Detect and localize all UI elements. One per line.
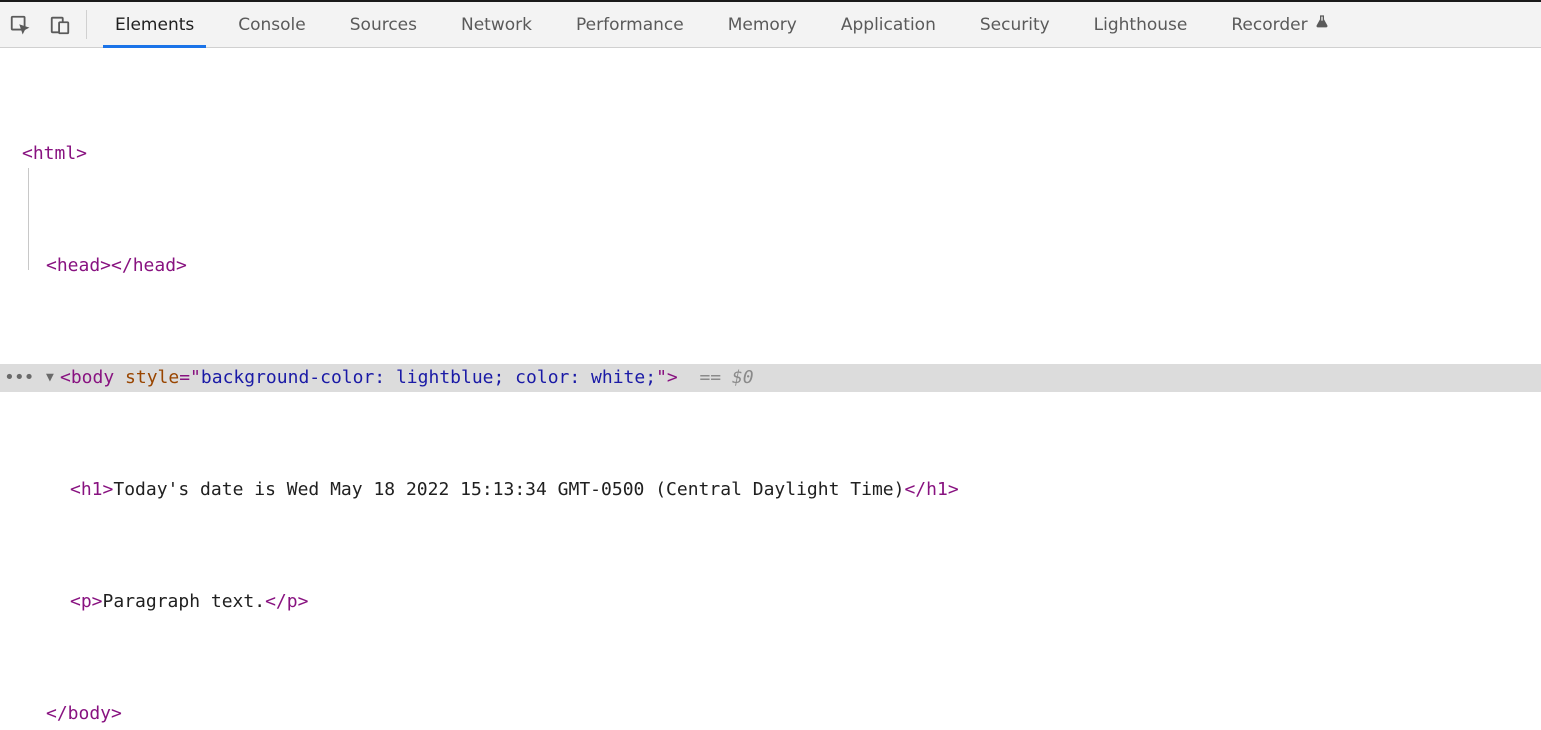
tab-label: Application (841, 15, 936, 35)
tab-label: Memory (728, 15, 797, 35)
devtools-tabs: Elements Console Sources Network Perform… (93, 2, 1541, 47)
tab-label: Network (461, 15, 532, 35)
tab-network[interactable]: Network (439, 2, 554, 47)
flask-icon (1314, 14, 1330, 35)
tab-console[interactable]: Console (216, 2, 328, 47)
disclosure-triangle-icon[interactable]: ▼ (46, 364, 58, 392)
tab-label: Security (980, 15, 1050, 35)
dom-node-html-open[interactable]: <html> (0, 140, 1541, 168)
attr-name-token: style (125, 364, 179, 392)
tag-token: </h1> (904, 476, 958, 504)
gutter-dots-icon[interactable]: ••• (4, 364, 34, 392)
tab-performance[interactable]: Performance (554, 2, 706, 47)
tag-token: </head> (111, 252, 187, 280)
tab-label: Sources (350, 15, 417, 35)
device-toolbar-icon[interactable] (40, 2, 80, 47)
tag-token: </p> (265, 588, 308, 616)
tag-token: <head> (46, 252, 111, 280)
text-token: Today's date is Wed May 18 2022 15:13:34… (113, 476, 904, 504)
inspect-element-icon[interactable] (0, 2, 40, 47)
tab-recorder[interactable]: Recorder (1209, 2, 1351, 47)
tag-token: <h1> (70, 476, 113, 504)
tab-sources[interactable]: Sources (328, 2, 439, 47)
tab-label: Console (238, 15, 306, 35)
indent-guide (28, 168, 29, 270)
tag-token: </body> (46, 700, 122, 728)
tag-token: <html> (22, 140, 87, 168)
tab-lighthouse[interactable]: Lighthouse (1072, 2, 1210, 47)
elements-dom-tree[interactable]: <html> <head></head> ••• ▼<body style="b… (0, 48, 1541, 730)
spacer (678, 364, 700, 392)
tab-label: Elements (115, 15, 194, 35)
attr-value-token: background-color: lightblue; color: whit… (201, 364, 656, 392)
dom-node-head[interactable]: <head></head> (0, 252, 1541, 280)
dom-node-body-close[interactable]: </body> (0, 700, 1541, 728)
tab-label: Lighthouse (1094, 15, 1188, 35)
tab-application[interactable]: Application (819, 2, 958, 47)
devtools-toolbar: Elements Console Sources Network Perform… (0, 0, 1541, 48)
punct-token: > (667, 364, 678, 392)
selected-node-annotation: == $0 (699, 364, 753, 392)
tab-security[interactable]: Security (958, 2, 1072, 47)
toolbar-divider (86, 10, 87, 39)
tag-token: <p> (70, 588, 103, 616)
dom-node-h1[interactable]: <h1>Today's date is Wed May 18 2022 15:1… (0, 476, 1541, 504)
dom-node-p[interactable]: <p>Paragraph text.</p> (0, 588, 1541, 616)
tab-memory[interactable]: Memory (706, 2, 819, 47)
text-token: Paragraph text. (103, 588, 266, 616)
tab-elements[interactable]: Elements (93, 2, 216, 47)
tab-label: Performance (576, 15, 684, 35)
tag-token: <body (60, 364, 125, 392)
punct-token: =" (179, 364, 201, 392)
punct-token: " (656, 364, 667, 392)
tab-label: Recorder (1231, 15, 1307, 35)
dom-node-body-open[interactable]: ••• ▼<body style="background-color: ligh… (0, 364, 1541, 392)
